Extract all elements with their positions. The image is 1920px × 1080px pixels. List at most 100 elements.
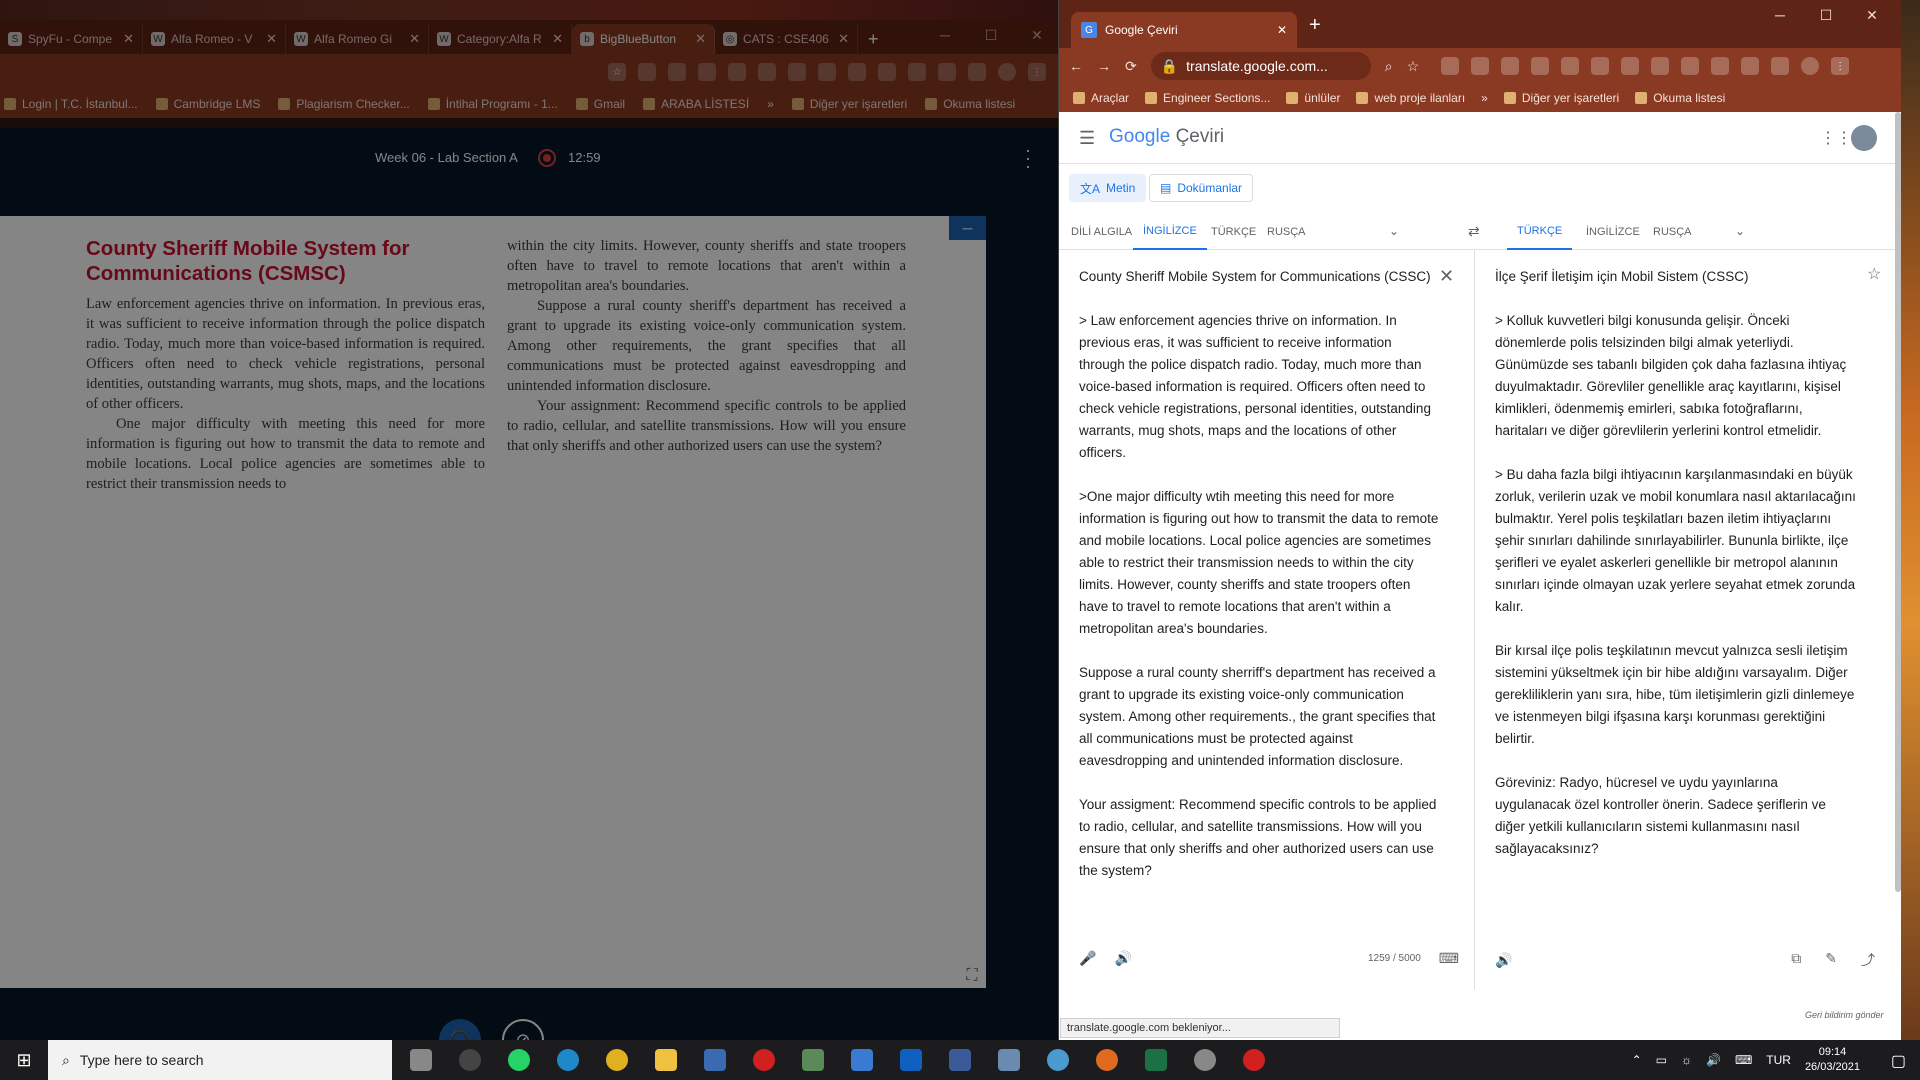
- options-kebab-icon[interactable]: · · ·: [1025, 141, 1031, 175]
- tab-google-translate[interactable]: G Google Çeviri ✕: [1071, 12, 1297, 48]
- app-icon[interactable]: [837, 1040, 886, 1080]
- keyboard-icon[interactable]: ⌨: [1439, 950, 1459, 967]
- profile-avatar-icon[interactable]: [1801, 57, 1820, 75]
- reading-list[interactable]: Okuma listesi: [925, 97, 1015, 111]
- extension-icon[interactable]: [1501, 57, 1520, 75]
- settings-gear-icon[interactable]: [1180, 1040, 1229, 1080]
- close-icon[interactable]: ✕: [552, 31, 563, 47]
- back-icon[interactable]: ←: [1069, 58, 1083, 74]
- source-lang-dropdown-icon[interactable]: ⌄: [1389, 224, 1399, 238]
- reading-list[interactable]: Okuma listesi: [1635, 91, 1725, 105]
- google-translate-logo[interactable]: Google Çeviri: [1109, 126, 1224, 148]
- zoom-icon[interactable]: ⌕: [1385, 58, 1393, 75]
- bookmark-folder[interactable]: Araçlar: [1073, 91, 1129, 105]
- hamburger-menu-icon[interactable]: ☰: [1079, 128, 1095, 149]
- page-scrollbar[interactable]: [1895, 112, 1901, 892]
- text-mode-button[interactable]: 文A Metin: [1069, 174, 1147, 202]
- close-icon[interactable]: ✕: [838, 31, 849, 47]
- extension-icon[interactable]: [1621, 57, 1640, 75]
- app-icon[interactable]: [1033, 1040, 1082, 1080]
- menu-kebab-icon[interactable]: ⋮: [1831, 57, 1850, 75]
- bookmark-item[interactable]: İntihal Programı - 1...: [427, 97, 558, 111]
- extensions-puzzle-icon[interactable]: [1771, 57, 1790, 75]
- extensions-puzzle-icon[interactable]: [968, 63, 986, 81]
- record-icon[interactable]: [1229, 1040, 1278, 1080]
- share-icon[interactable]: ⤴: [1861, 950, 1875, 970]
- listen-icon[interactable]: 🔊: [1114, 950, 1131, 967]
- bookmark-folder[interactable]: Diğer yer işaretleri: [1503, 91, 1619, 105]
- bookmark-item[interactable]: Login | T.C. İstanbul...: [4, 97, 138, 111]
- tab-spyfu[interactable]: S SpyFu - Compe ✕: [0, 24, 143, 54]
- close-icon[interactable]: ✕: [266, 31, 277, 47]
- maximize-icon[interactable]: ☐: [1803, 0, 1849, 30]
- swap-languages-icon[interactable]: ⇄: [1468, 223, 1480, 240]
- bookmarks-overflow[interactable]: »: [767, 97, 774, 111]
- extension-icon[interactable]: [728, 63, 746, 81]
- documents-mode-button[interactable]: ▤ Dokümanlar: [1149, 174, 1254, 202]
- clear-source-icon[interactable]: ✕: [1439, 266, 1454, 287]
- new-tab-button[interactable]: +: [1309, 14, 1321, 37]
- copy-icon[interactable]: ⧉: [1791, 950, 1801, 970]
- firefox-icon[interactable]: [1082, 1040, 1131, 1080]
- account-avatar[interactable]: [1851, 125, 1877, 151]
- source-text-pane[interactable]: County Sheriff Mobile System for Communi…: [1059, 250, 1475, 990]
- windows-start-icon[interactable]: ⊞: [0, 1040, 48, 1080]
- save-translation-star-icon[interactable]: ☆: [1867, 264, 1881, 284]
- tab-cats[interactable]: ◎ CATS : CSE406 ✕: [715, 24, 858, 54]
- send-feedback-link[interactable]: Geri bildirim gönder: [1805, 1010, 1884, 1020]
- calculator-icon[interactable]: [935, 1040, 984, 1080]
- clock[interactable]: 09:14 26/03/2021: [1805, 1045, 1860, 1075]
- app-icon[interactable]: [788, 1040, 837, 1080]
- extension-icon[interactable]: [1741, 57, 1760, 75]
- input-language[interactable]: TUR: [1766, 1053, 1791, 1067]
- bookmarks-overflow[interactable]: »: [1481, 91, 1488, 105]
- tab-alfa-romeo-1[interactable]: W Alfa Romeo - V ✕: [143, 24, 286, 54]
- extension-icon[interactable]: [1711, 57, 1730, 75]
- minimize-icon[interactable]: ─: [922, 20, 968, 50]
- star-icon[interactable]: ☆: [608, 63, 626, 81]
- target-lang-english[interactable]: İNGİLİZCE: [1586, 214, 1640, 250]
- bookmark-item[interactable]: ARABA LİSTESİ: [643, 97, 749, 111]
- target-lang-russian[interactable]: RUSÇA: [1653, 214, 1692, 250]
- target-lang-turkish[interactable]: TÜRKÇE: [1507, 214, 1573, 250]
- bookmark-item[interactable]: Gmail: [575, 97, 625, 111]
- extension-icon[interactable]: [818, 63, 836, 81]
- close-icon[interactable]: ✕: [123, 31, 134, 47]
- extension-icon[interactable]: [908, 63, 926, 81]
- extension-icon[interactable]: [788, 63, 806, 81]
- whatsapp-icon[interactable]: [494, 1040, 543, 1080]
- extension-icon[interactable]: [1591, 57, 1610, 75]
- extension-icon[interactable]: [1561, 57, 1580, 75]
- bookmark-item[interactable]: Cambridge LMS: [155, 97, 260, 111]
- extension-icon[interactable]: [1651, 57, 1670, 75]
- extension-icon[interactable]: [1531, 57, 1550, 75]
- edit-pencil-icon[interactable]: ✎: [1825, 950, 1837, 970]
- extension-icon[interactable]: [668, 63, 686, 81]
- bookmark-item[interactable]: Plagiarism Checker...: [278, 97, 410, 111]
- close-icon[interactable]: ✕: [1277, 23, 1287, 37]
- tab-bigbluebutton[interactable]: b BigBlueButton ✕: [572, 24, 715, 54]
- chevron-up-icon[interactable]: ⌃: [1632, 1053, 1642, 1067]
- forward-icon[interactable]: →: [1097, 58, 1111, 74]
- chrome-icon[interactable]: [592, 1040, 641, 1080]
- extension-icon[interactable]: [1441, 57, 1460, 75]
- edge-icon[interactable]: [543, 1040, 592, 1080]
- brightness-icon[interactable]: ☼: [1681, 1053, 1692, 1067]
- outlook-icon[interactable]: [886, 1040, 935, 1080]
- bookmark-folder[interactable]: Engineer Sections...: [1145, 91, 1270, 105]
- extension-icon[interactable]: [938, 63, 956, 81]
- fullscreen-icon[interactable]: ⛶: [962, 966, 982, 986]
- close-icon[interactable]: ✕: [409, 31, 420, 47]
- app-icon[interactable]: [984, 1040, 1033, 1080]
- bookmark-folder[interactable]: web proje ilanları: [1356, 91, 1465, 105]
- target-lang-dropdown-icon[interactable]: ⌄: [1735, 224, 1745, 238]
- excel-icon[interactable]: [1131, 1040, 1180, 1080]
- reload-icon[interactable]: ⟳: [1125, 58, 1137, 75]
- extension-icon[interactable]: [758, 63, 776, 81]
- photos-icon[interactable]: [690, 1040, 739, 1080]
- keyboard-icon[interactable]: ⌨: [1735, 1053, 1752, 1067]
- minimize-icon[interactable]: ─: [1757, 0, 1803, 30]
- recording-icon[interactable]: [538, 149, 556, 167]
- tab-alfa-romeo-2[interactable]: W Alfa Romeo Gi ✕: [286, 24, 429, 54]
- close-window-icon[interactable]: ✕: [1849, 0, 1895, 30]
